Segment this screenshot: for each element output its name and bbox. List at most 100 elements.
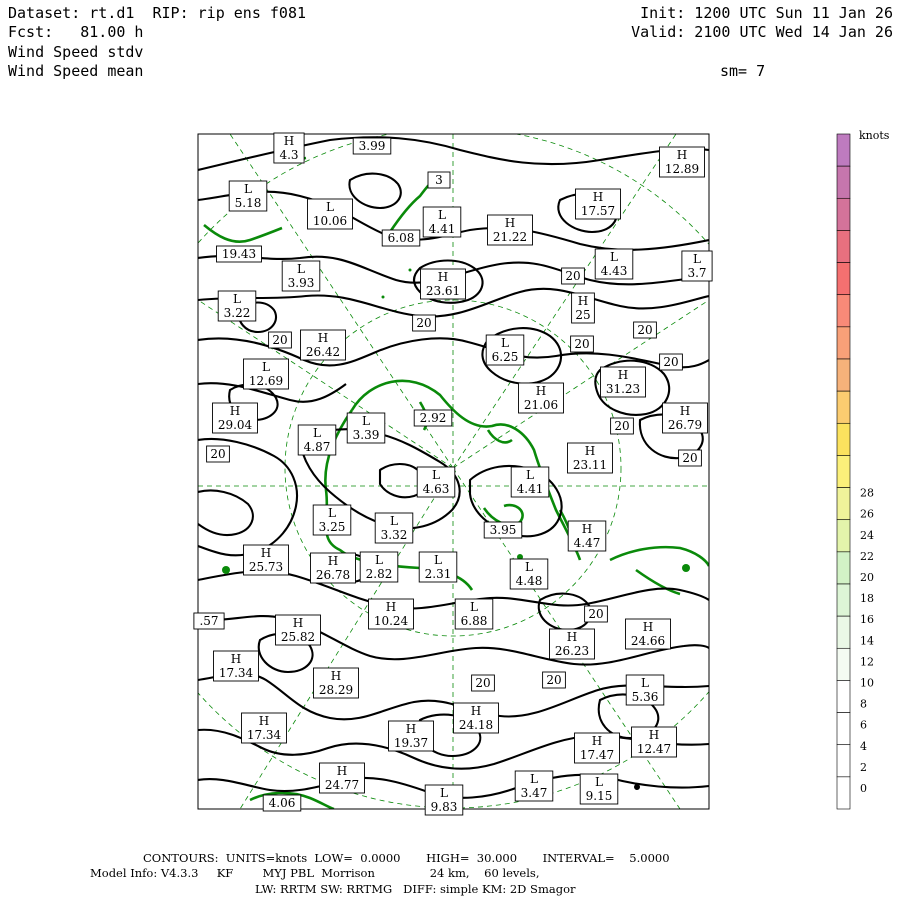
extremum-type: L: [595, 775, 603, 789]
extremum-value: 4.47: [574, 536, 601, 550]
colorbar-tick-label: 28: [860, 487, 874, 500]
extremum-value: 2.82: [366, 567, 393, 581]
high-label: H24.66: [625, 618, 671, 650]
extremum-value: 17.47: [580, 748, 614, 762]
extremum-value: 29.04: [218, 418, 253, 432]
low-label: L2.31: [418, 551, 458, 583]
contour-value-label: 2.92: [413, 409, 453, 427]
model-info: Model Info: V4.3.3 KF MYJ PBL Morrison 2…: [90, 866, 540, 880]
colorbar-tick-label: 20: [860, 571, 874, 584]
colorbar-segment: [836, 583, 851, 617]
colorbar: knots0246810121416182022242628: [836, 129, 890, 810]
extremum-type: H: [618, 368, 628, 382]
extremum-type: H: [677, 148, 687, 162]
extremum-type: H: [471, 704, 481, 718]
low-label: L10.06: [307, 198, 353, 230]
low-label: L4.48: [509, 558, 549, 590]
extremum-type: H: [231, 652, 241, 666]
contour-value: 3: [435, 173, 443, 187]
colorbar-tick-label: 22: [860, 550, 874, 563]
extremum-value: 26.42: [306, 345, 340, 359]
contour-value-label: 20: [268, 331, 292, 349]
contour-value: 20: [663, 355, 678, 369]
colorbar-tick-label: 4: [860, 740, 867, 753]
high-label: H31.23: [600, 366, 646, 398]
low-label: L3.7: [681, 250, 713, 282]
extremum-value: 6.88: [461, 614, 488, 628]
low-label: L3.93: [281, 260, 321, 292]
contour-value-label: 3: [427, 171, 451, 189]
extremum-value: 4.41: [517, 482, 544, 496]
contour-value-label: .57: [193, 612, 225, 630]
contour-value: 20: [272, 333, 287, 347]
extremum-value: 5.36: [632, 690, 659, 704]
extremum-type: L: [440, 786, 448, 800]
colorbar-segment: [836, 262, 851, 296]
extremum-value: 9.15: [586, 789, 613, 803]
extremum-type: L: [693, 252, 701, 266]
extremum-value: 17.34: [219, 666, 254, 680]
high-label: H23.61: [420, 268, 466, 300]
low-label: L2.82: [359, 551, 399, 583]
colorbar-segment: [836, 776, 851, 810]
colorbar-segment: [836, 165, 851, 199]
extremum-type: H: [643, 620, 653, 634]
low-label: L6.88: [454, 598, 494, 630]
high-label: H17.57: [575, 188, 621, 220]
extremum-value: 21.22: [493, 230, 527, 244]
extremum-value: 17.57: [581, 204, 615, 218]
contour-info: CONTOURS: UNITS=knots LOW= 0.0000 HIGH= …: [143, 851, 670, 865]
extremum-type: H: [578, 294, 588, 308]
high-label: H25.82: [275, 614, 321, 646]
colorbar-tick-label: 26: [860, 508, 874, 521]
colorbar-segment: [836, 615, 851, 649]
high-label: H26.78: [310, 552, 356, 584]
contour-value: 20: [574, 337, 589, 351]
contour-value: 20: [416, 316, 431, 330]
extremum-value: 3.25: [319, 520, 346, 534]
low-label: L3.32: [374, 512, 414, 544]
colorbar-segment: [836, 230, 851, 263]
contour-value-label: 20: [570, 335, 594, 353]
contour-value: .57: [199, 614, 218, 628]
contour-value: 3.95: [490, 523, 517, 537]
extremum-value: 3.39: [353, 428, 380, 442]
colorbar-segment: [836, 744, 851, 778]
extremum-value: 4.63: [423, 482, 450, 496]
high-label: H12.47: [631, 726, 677, 758]
extremum-type: H: [649, 728, 659, 742]
low-label: L4.41: [422, 206, 462, 238]
extremum-type: L: [525, 560, 533, 574]
contour-value-label: 4.06: [262, 794, 302, 812]
high-label: H17.47: [574, 732, 620, 764]
contour-value-label: 20: [412, 314, 436, 332]
extremum-type: L: [438, 208, 446, 222]
high-label: H25.73: [243, 544, 289, 576]
high-label: H26.23: [549, 628, 595, 660]
physics-info: LW: RRTM SW: RRTMG DIFF: simple KM: 2D S…: [255, 882, 576, 896]
low-label: L3.25: [312, 504, 352, 536]
extremum-value: 12.69: [249, 374, 283, 388]
low-label: L3.39: [346, 412, 386, 444]
extremum-value: 3.32: [381, 528, 408, 542]
contour-value-label: 6.08: [381, 229, 421, 247]
contour-value: 20: [210, 447, 225, 461]
low-label: L9.83: [424, 784, 464, 816]
extremum-type: L: [262, 360, 270, 374]
extremum-value: 4.43: [601, 264, 628, 278]
extremum-value: 12.89: [665, 162, 699, 176]
extremum-value: 3.47: [521, 786, 548, 800]
low-label: L4.41: [510, 466, 550, 498]
high-label: H10.24: [368, 598, 414, 630]
colorbar-segment: [836, 133, 851, 167]
extremum-value: 26.78: [316, 568, 350, 582]
extremum-value: 25: [575, 308, 590, 322]
contour-value: 4.06: [269, 796, 296, 810]
extremum-type: H: [438, 270, 448, 284]
extremum-type: H: [328, 554, 338, 568]
map-canvas: H4.33.99H12.89L5.18 L10.0636.08L4.41 H21.2…: [193, 129, 890, 816]
extremum-value: 12.47: [637, 742, 671, 756]
extremum-value: 4.87: [304, 440, 331, 454]
extremum-value: 10.06: [313, 214, 347, 228]
extremum-type: H: [386, 600, 396, 614]
